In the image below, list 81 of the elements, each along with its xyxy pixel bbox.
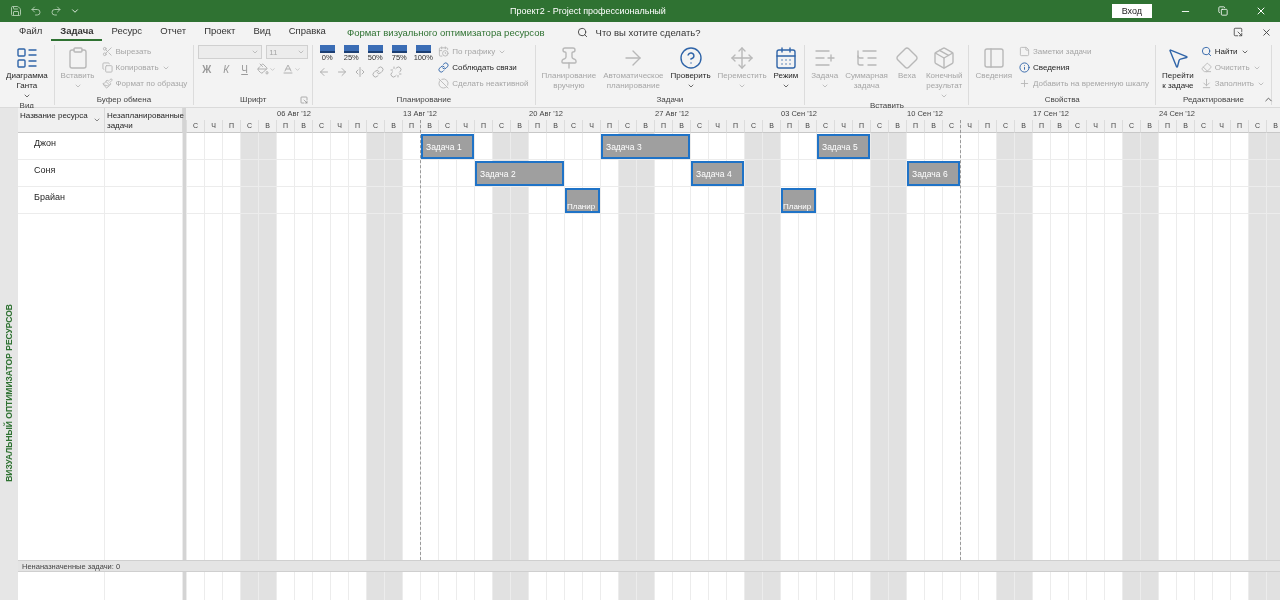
undo-icon[interactable] bbox=[30, 5, 42, 17]
calendar-clock-icon bbox=[438, 46, 450, 57]
search-icon bbox=[576, 26, 588, 38]
restore-icon bbox=[1233, 27, 1243, 37]
group-label: Вставить bbox=[869, 101, 904, 110]
group-label: Планирование bbox=[396, 95, 452, 104]
window-title: Проект2 - Project профессиональный bbox=[510, 6, 667, 16]
ribbon-button[interactable]: Проверить bbox=[668, 45, 713, 91]
resource-name: Соня bbox=[18, 160, 105, 187]
unlink-icon bbox=[390, 66, 403, 78]
ribbon-button[interactable]: Перейти к задаче bbox=[1160, 45, 1196, 92]
resource-name: Брайан bbox=[18, 187, 105, 214]
paintbrush-icon bbox=[101, 78, 113, 89]
customize-icon[interactable] bbox=[70, 6, 80, 16]
redo-icon[interactable] bbox=[50, 5, 62, 17]
ribbon-tab[interactable]: Ресурс bbox=[102, 23, 152, 41]
view-label: ВИЗУАЛЬНЫЙ ОПТИМИЗАТОР РЕСУРСОВ bbox=[4, 304, 14, 482]
task-bar[interactable]: Задача 2 bbox=[475, 161, 564, 186]
progress-bar-icon bbox=[319, 45, 335, 53]
column-header[interactable]: Название ресурса bbox=[18, 108, 105, 133]
progress-bar-icon bbox=[391, 45, 407, 53]
caret-icon bbox=[297, 48, 306, 56]
plus-icon bbox=[1019, 78, 1030, 89]
task-bar[interactable]: Планир bbox=[565, 188, 600, 213]
group-label: Шрифт bbox=[240, 95, 267, 104]
progress-bar-icon bbox=[367, 45, 383, 53]
arrow-left-icon bbox=[318, 66, 331, 78]
link-icon bbox=[438, 62, 450, 73]
circle-off-icon bbox=[438, 78, 450, 89]
arrow-down-icon bbox=[1200, 78, 1212, 89]
search-field[interactable]: Что вы хотите сделать? bbox=[593, 25, 798, 39]
font-color-icon bbox=[281, 63, 294, 75]
diamond-icon bbox=[894, 46, 919, 70]
link-icon bbox=[372, 66, 385, 78]
split-icon bbox=[354, 66, 367, 78]
task-bar[interactable]: Задача 1 bbox=[421, 134, 474, 159]
group-label: Задачи bbox=[656, 95, 684, 104]
progress-bar-icon bbox=[415, 45, 431, 53]
resource-name: Джон bbox=[18, 133, 105, 160]
group-label: Свойства bbox=[1044, 95, 1080, 104]
group-label: Буфер обмена bbox=[96, 95, 152, 104]
ribbon-tab[interactable]: Вид bbox=[244, 23, 280, 41]
ribbon-tab[interactable]: Справка bbox=[279, 23, 335, 41]
package-icon bbox=[932, 46, 957, 70]
eraser-icon bbox=[1200, 62, 1212, 73]
ribbon-button[interactable]: Найти bbox=[1198, 45, 1267, 58]
ribbon-button[interactable]: Диаграмма Ганта bbox=[4, 45, 50, 101]
paint-bucket-icon bbox=[256, 63, 269, 75]
task-bar[interactable]: Задача 3 bbox=[601, 134, 690, 159]
ribbon-tab[interactable]: Файл bbox=[10, 23, 52, 41]
ribbon-tab[interactable]: Формат визуального оптимизатора ресурсов bbox=[334, 24, 557, 40]
ribbon-button[interactable]: Режим bbox=[771, 45, 801, 91]
ribbon-tab[interactable]: Отчет bbox=[151, 23, 196, 41]
progress-bar-icon bbox=[343, 45, 359, 53]
help-icon bbox=[678, 46, 703, 70]
save-icon[interactable] bbox=[10, 5, 22, 17]
task-bar[interactable]: Задача 4 bbox=[691, 161, 744, 186]
scissors-icon bbox=[101, 46, 113, 57]
task-bar[interactable]: Задача 6 bbox=[907, 161, 960, 186]
close-icon bbox=[1260, 26, 1272, 38]
ribbon-tab[interactable]: Проект bbox=[195, 23, 245, 41]
group-label: Редактирование bbox=[1183, 95, 1244, 104]
info-icon bbox=[1019, 62, 1030, 73]
task-bar[interactable]: Задача 5 bbox=[817, 134, 870, 159]
task-bar[interactable]: Планир bbox=[781, 188, 816, 213]
note-icon bbox=[1019, 46, 1030, 57]
restore-icon bbox=[1218, 6, 1228, 16]
close-icon bbox=[1255, 5, 1267, 17]
column-header[interactable]: Незапланированные задачи bbox=[105, 108, 183, 133]
search-icon bbox=[1200, 46, 1212, 57]
arrow-right-icon bbox=[336, 66, 349, 78]
sign-in-button[interactable]: Вход bbox=[1111, 4, 1152, 18]
caret-icon bbox=[251, 48, 260, 56]
dialog-launcher-icon[interactable] bbox=[300, 96, 309, 104]
panel-icon bbox=[981, 46, 1006, 70]
copy-icon bbox=[101, 62, 113, 73]
calendar-icon bbox=[773, 46, 798, 70]
move-icon bbox=[730, 46, 755, 70]
filter-icon[interactable] bbox=[93, 116, 101, 124]
ribbon-button[interactable]: Соблюдать связи bbox=[436, 61, 531, 74]
ribbon-button[interactable]: Сведения bbox=[1017, 61, 1152, 74]
